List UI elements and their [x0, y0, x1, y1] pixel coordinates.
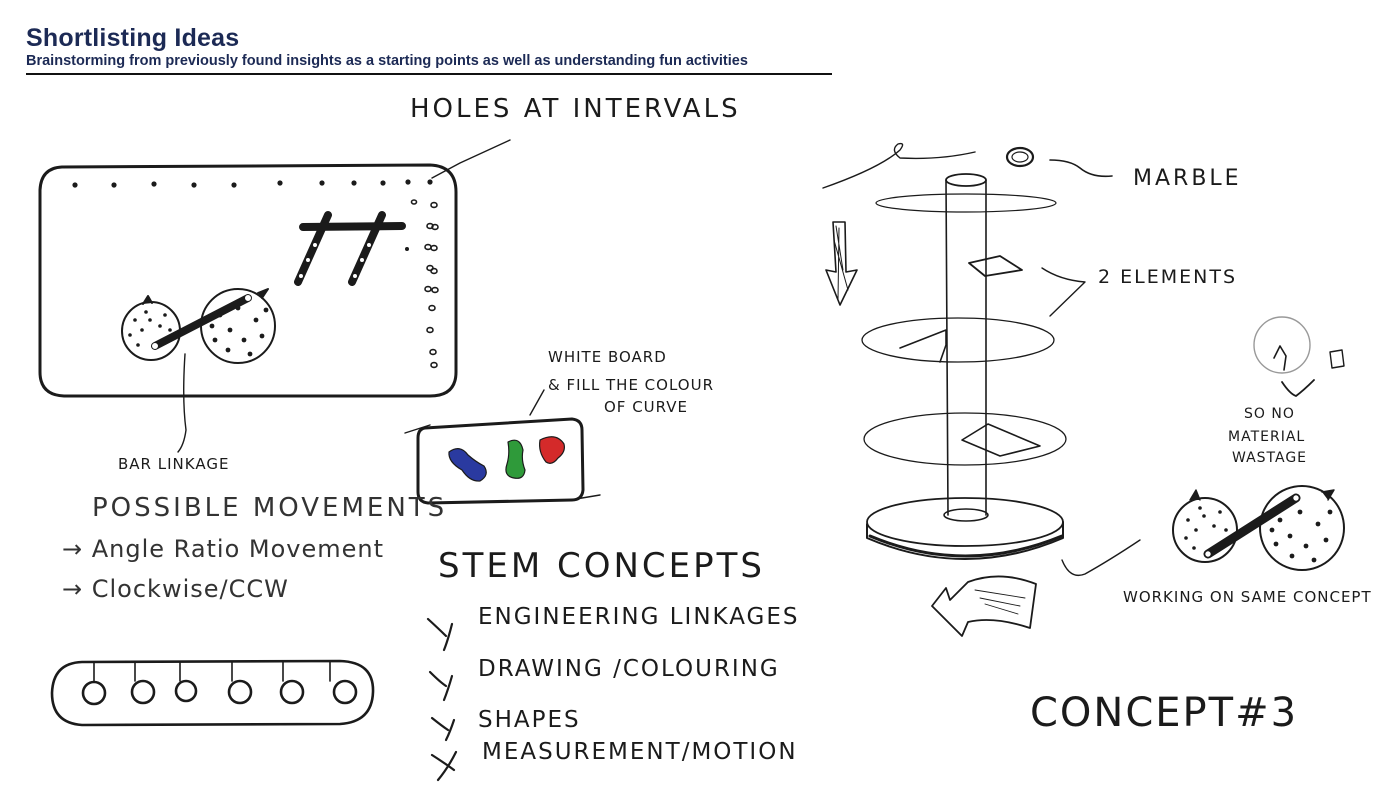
concept-3-label: Concept#3 — [1030, 690, 1299, 736]
stem-concepts-heading: Stem concepts — [438, 546, 765, 586]
stem-bullets — [426, 617, 458, 782]
white-board-label-line3: of curve — [604, 398, 688, 416]
bar-linkage-label: Bar linkage — [118, 455, 230, 473]
stem-item-engineering: Engineering linkages — [478, 604, 800, 630]
wastage-label-line2: material — [1228, 429, 1306, 445]
colour-blobs — [448, 436, 565, 482]
white-board-label-line2: & fill the colour — [548, 376, 714, 394]
possible-movements-heading: Possible movements — [92, 493, 448, 523]
stem-item-measurement: Measurement/motion — [482, 739, 798, 765]
gear-concept-sketch — [1172, 485, 1345, 571]
stem-item-shapes: Shapes — [478, 707, 581, 733]
movement-item-angle-ratio: → Angle Ratio Movement — [62, 535, 385, 563]
holes-at-intervals-label: Holes at intervals — [410, 94, 741, 124]
hole-strip-sketch — [50, 659, 375, 727]
material-wastage-sketch — [1253, 316, 1345, 397]
white-board-sketch — [404, 389, 601, 505]
stem-item-drawing: Drawing /colouring — [478, 656, 780, 682]
working-on-same-concept-label: Working on same concept — [1123, 588, 1372, 606]
bar-linkages — [151, 211, 406, 350]
wastage-label-line3: wastage — [1232, 450, 1308, 466]
two-elements-label: 2 elements — [1098, 266, 1238, 288]
movement-item-clockwise: → Clockwise/CCW — [62, 575, 289, 603]
holes-column — [410, 199, 439, 369]
white-board-label-line1: White board — [548, 348, 667, 366]
marble-label: Marble — [1133, 166, 1242, 191]
peg-board-sketch — [38, 139, 511, 453]
marble-tower-sketch — [822, 142, 1141, 637]
wastage-label-line1: So no — [1244, 406, 1295, 422]
holes-row — [72, 179, 433, 188]
